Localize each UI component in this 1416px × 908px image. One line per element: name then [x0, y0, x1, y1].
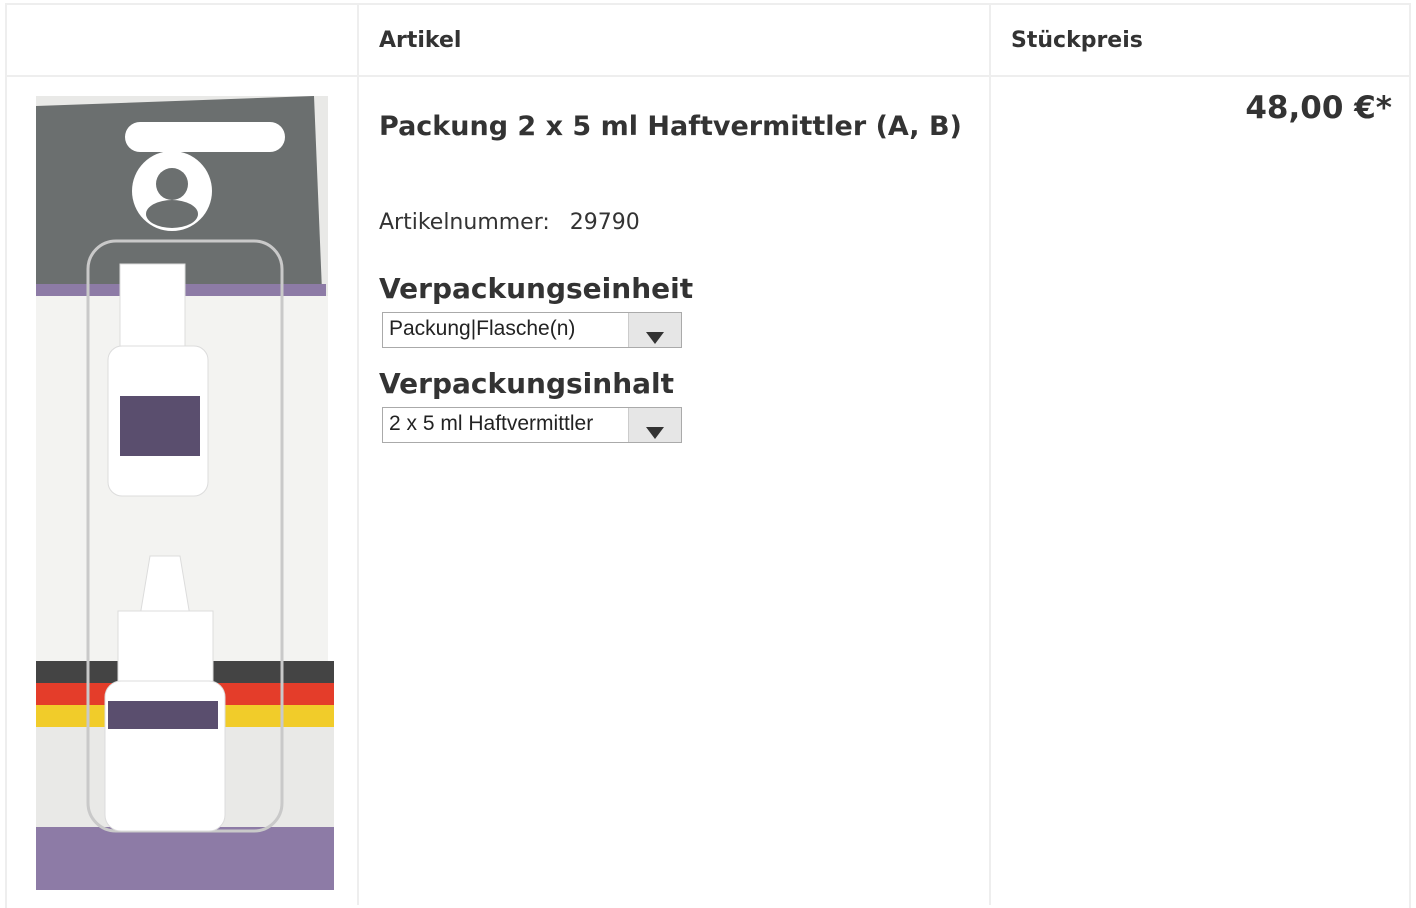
- dropdown-button[interactable]: [628, 408, 681, 442]
- packaging-content-label: Verpackungsinhalt: [379, 367, 675, 400]
- chevron-down-icon: [646, 427, 664, 439]
- product-title[interactable]: Packung 2 x 5 ml Haftvermittler (A, B): [379, 104, 964, 150]
- chevron-down-icon: [646, 332, 664, 344]
- column-divider: [357, 5, 359, 905]
- packaging-unit-label: Verpackungseinheit: [379, 272, 694, 305]
- packaging-content-selected: 2 x 5 ml Haftvermittler: [389, 412, 594, 435]
- column-header-article: Artikel: [379, 28, 462, 53]
- column-divider: [989, 5, 991, 905]
- column-header-unit-price: Stückpreis: [1011, 28, 1143, 53]
- dropdown-button[interactable]: [628, 313, 681, 347]
- packaging-content-select[interactable]: 2 x 5 ml Haftvermittler: [382, 407, 682, 443]
- article-number-value: 29790: [569, 210, 640, 235]
- table-header-row: [7, 5, 1409, 77]
- unit-price: 48,00 €*: [1245, 90, 1392, 126]
- article-number-row: Artikelnummer: 29790: [379, 210, 640, 235]
- article-number-label: Artikelnummer:: [379, 210, 550, 235]
- packaging-unit-selected: Packung|Flasche(n): [389, 317, 576, 340]
- product-image[interactable]: [30, 96, 338, 890]
- packaging-unit-select[interactable]: Packung|Flasche(n): [382, 312, 682, 348]
